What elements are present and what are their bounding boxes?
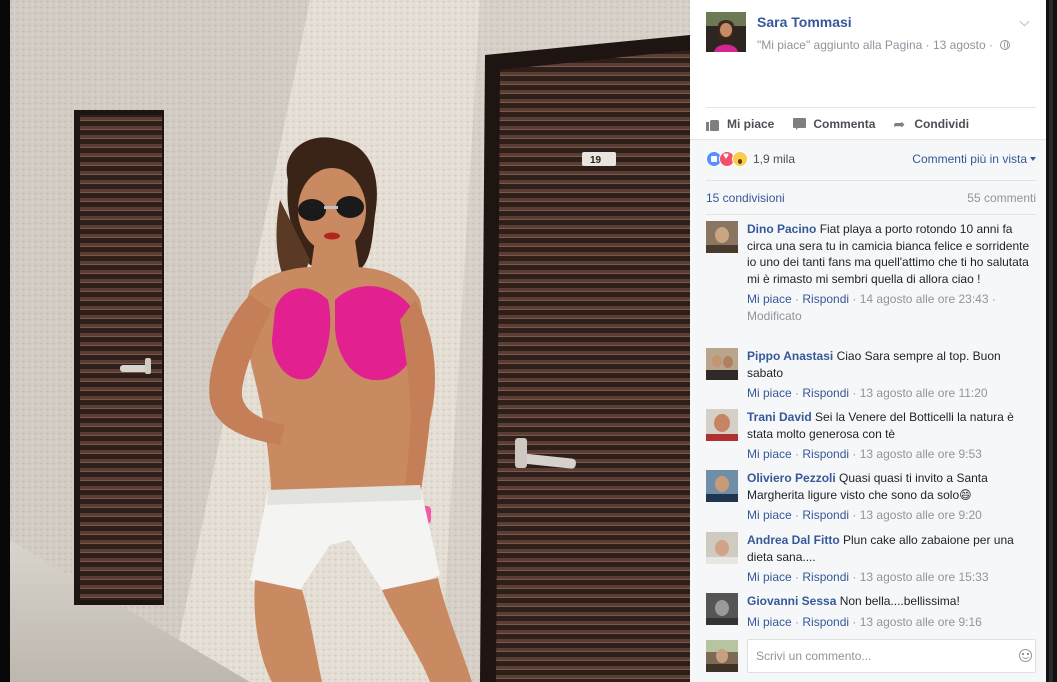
comments-count[interactable]: 55 commenti (967, 191, 1036, 205)
globe-icon[interactable] (1000, 40, 1011, 50)
shares-row: 15 condivisioni 55 commenti (706, 180, 1036, 214)
comment-body: Giovanni Sessa Non bella....bellissima! … (747, 593, 1036, 630)
photo-viewer[interactable]: 19 (0, 0, 690, 682)
comment-author[interactable]: Giovanni Sessa (747, 594, 836, 608)
post-header: Sara Tommasi "Mi piace" aggiunto alla Pa… (690, 0, 1046, 107)
door-number: 19 (590, 155, 602, 166)
comment-composer (706, 639, 1036, 675)
comment-author[interactable]: Pippo Anastasi (747, 349, 833, 363)
like-label: Mi piace (727, 116, 775, 131)
wow-reaction-icon[interactable] (732, 151, 748, 167)
reaction-count[interactable]: 1,9 mila (753, 152, 795, 166)
comment-author[interactable]: Andrea Dal Fitto (747, 533, 840, 547)
comment-actions: Mi piace · Rispondi · 13 agosto alle ore… (747, 386, 988, 400)
commenter-avatar[interactable] (706, 532, 738, 564)
comment-reply-link[interactable]: Rispondi (802, 570, 849, 584)
commenter-avatar[interactable] (706, 409, 738, 441)
comment-reply-link[interactable]: Rispondi (802, 292, 849, 306)
viewer-avatar[interactable] (706, 640, 738, 672)
comment-actions: Mi piace · Rispondi · 13 agosto alle ore… (747, 614, 982, 629)
comment-actions: Mi piace · Rispondi · 14 agosto alle ore… (747, 292, 996, 323)
comment-body: Pippo Anastasi Ciao Sara sempre al top. … (747, 348, 1036, 402)
share-label: Condividi (914, 116, 970, 131)
comment-button[interactable]: Commenta (792, 109, 875, 139)
comment-actions: Mi piace · Rispondi · 13 agosto alle ore… (747, 570, 989, 584)
post-meta: "Mi piace" aggiunto alla Pagina · 13 ago… (757, 38, 1011, 52)
commenter-avatar[interactable] (706, 221, 738, 253)
ufi-panel: 1,9 mila Commenti più in vista 15 condiv… (690, 139, 1046, 682)
comment-actions: Mi piace · Rispondi · 13 agosto alle ore… (747, 447, 982, 461)
shares-count[interactable]: 15 condivisioni (706, 191, 785, 205)
comment-like-link[interactable]: Mi piace (747, 292, 792, 306)
post-photo[interactable]: 19 (10, 0, 690, 682)
comment-text: Non bella....bellissima! (839, 594, 960, 608)
comment-reply-link[interactable]: Rispondi (802, 508, 849, 522)
emoji-icon[interactable] (1019, 649, 1032, 662)
post-meta-text: "Mi piace" aggiunto alla Pagina · 13 ago… (757, 38, 993, 52)
scrollbar-track[interactable] (1046, 0, 1057, 682)
comment-actions: Mi piace · Rispondi · 13 agosto alle ore… (747, 508, 982, 522)
commenter-avatar[interactable] (706, 348, 738, 380)
comment-label: Commenta (813, 116, 876, 131)
commenter-avatar[interactable] (706, 593, 738, 625)
comment-timestamp[interactable]: 13 agosto alle ore 9:53 (860, 447, 982, 461)
comment-timestamp[interactable]: 14 agosto alle ore 23:43 (860, 292, 989, 306)
left-door (74, 110, 164, 605)
comment-reply-link[interactable]: Rispondi (802, 447, 849, 461)
comment-timestamp[interactable]: 13 agosto alle ore 9:16 (860, 615, 982, 629)
comment-edited-label[interactable]: Modificato (747, 309, 802, 323)
comment-body: Dino Pacino Fiat playa a porto rotondo 1… (747, 221, 1036, 324)
comment-sort-label: Commenti più in vista (912, 152, 1027, 166)
comment-timestamp[interactable]: 13 agosto alle ore 11:20 (860, 386, 988, 400)
comment-reply-link[interactable]: Rispondi (802, 615, 849, 629)
share-arrow-icon: ➦ (893, 115, 906, 132)
right-door: 19 (480, 35, 690, 682)
comment-timestamp[interactable]: 13 agosto alle ore 15:33 (860, 570, 989, 584)
caret-down-icon (1030, 157, 1036, 161)
scrollbar-thumb[interactable] (1049, 0, 1053, 682)
comment-icon (792, 117, 807, 131)
comment-author[interactable]: Oliviero Pezzoli (747, 471, 836, 485)
comments-list: Dino Pacino Fiat playa a porto rotondo 1… (706, 214, 1036, 629)
author-avatar[interactable] (706, 12, 746, 52)
comment-like-link[interactable]: Mi piace (747, 386, 792, 400)
comment-body: Andrea Dal Fitto Plun cake allo zabaione… (747, 532, 1036, 586)
comment-like-link[interactable]: Mi piace (747, 508, 792, 522)
comment-like-link[interactable]: Mi piace (747, 447, 792, 461)
comment-like-link[interactable]: Mi piace (747, 570, 792, 584)
comment-body: Trani David Sei la Venere del Botticelli… (747, 409, 1036, 463)
post-sidebar: Sara Tommasi "Mi piace" aggiunto alla Pa… (690, 0, 1046, 682)
comment-body: Oliviero Pezzoli Quasi quasi ti invito a… (747, 470, 1036, 524)
comment-reply-link[interactable]: Rispondi (802, 386, 849, 400)
comment-author[interactable]: Dino Pacino (747, 222, 816, 236)
chevron-down-icon[interactable] (1018, 16, 1032, 30)
comment-input[interactable] (747, 639, 1036, 673)
comment-sort-dropdown[interactable]: Commenti più in vista (912, 152, 1036, 166)
comment-author[interactable]: Trani David (747, 410, 812, 424)
reactions-row: 1,9 mila Commenti più in vista (706, 148, 1036, 170)
comment-like-link[interactable]: Mi piace (747, 615, 792, 629)
author-name[interactable]: Sara Tommasi (757, 14, 852, 30)
post-actions: Mi piace Commenta ➦ Condividi (706, 107, 1036, 139)
commenter-avatar[interactable] (706, 470, 738, 502)
comment-timestamp[interactable]: 13 agosto alle ore 9:20 (860, 508, 982, 522)
like-button[interactable]: Mi piace (706, 109, 774, 139)
thumbs-up-icon (706, 117, 721, 131)
share-button[interactable]: ➦ Condividi (893, 109, 969, 139)
